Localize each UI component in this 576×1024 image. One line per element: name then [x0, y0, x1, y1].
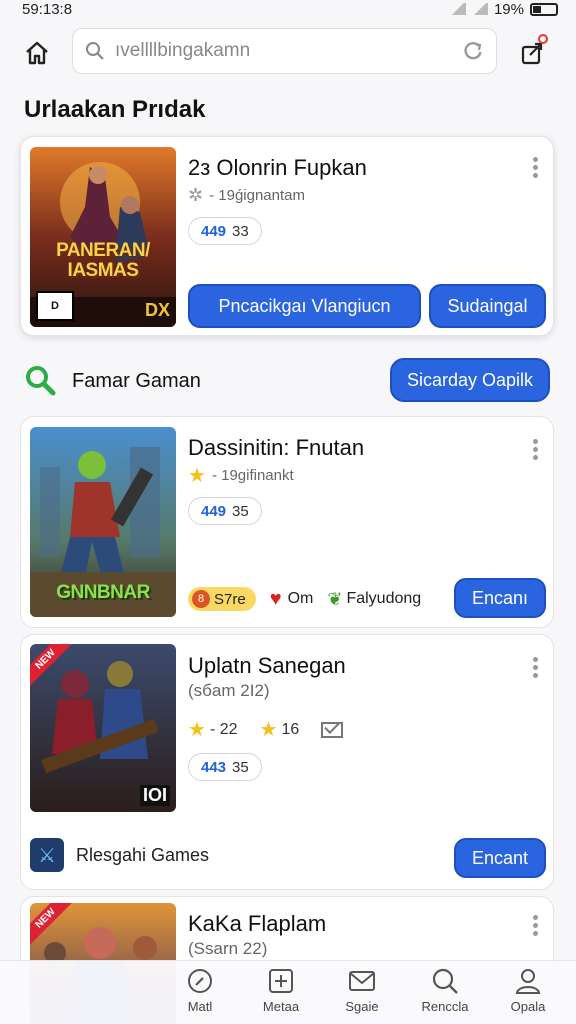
- user-icon: [515, 969, 541, 994]
- more-options-icon[interactable]: [533, 157, 539, 178]
- cover-title: GNNBNAR: [56, 582, 150, 603]
- nav-label: Matl: [187, 999, 213, 1014]
- game-subtitle: (sбam 2I2): [188, 681, 270, 700]
- stats-number: 449: [201, 502, 227, 520]
- compass-icon: [188, 969, 212, 993]
- wifi-icon: [449, 3, 466, 15]
- star-icon: ★: [259, 719, 278, 741]
- rating-value: 16: [281, 720, 300, 738]
- game-card[interactable]: NEW IOI Uplatn Sanegan (sбam 2I2) ★ - 22…: [20, 634, 554, 890]
- game-subtitle: (Ssarn 22): [188, 939, 268, 958]
- rating-item: ★ - 22: [188, 717, 238, 742]
- status-bar: 59:13:8 19%: [0, 0, 576, 18]
- star-icon: ★: [188, 719, 206, 741]
- battery-icon: [530, 2, 558, 16]
- publisher-logo: IOI: [139, 785, 170, 806]
- game-subtitle: - 19gifinankt: [211, 467, 294, 484]
- more-options-icon[interactable]: [533, 439, 539, 460]
- developer-row[interactable]: ⚔ Rlesgahi Games: [30, 838, 209, 872]
- rating-row: ★ - 22 ★ 16: [188, 717, 344, 742]
- status-time: 59:13:8: [22, 0, 73, 18]
- game-cover[interactable]: GNNBNAR: [30, 427, 176, 617]
- search-input[interactable]: ıvellllbingakamn: [72, 28, 497, 74]
- game-title[interactable]: 2з Olonrin Fupkan: [188, 155, 367, 181]
- status-icons: 19%: [449, 0, 558, 18]
- game-title[interactable]: Dassinitin: Fnutan: [188, 435, 364, 461]
- rating-item: ★ 16: [260, 717, 300, 742]
- stats-value: 35: [232, 758, 249, 776]
- stats-number: 443: [201, 758, 227, 776]
- section-title: Urlaakan Prıdak: [24, 96, 206, 123]
- more-options-icon[interactable]: [533, 657, 539, 678]
- mail-icon: [349, 971, 375, 991]
- nav-item-meta[interactable]: Metaa: [241, 967, 321, 1014]
- home-icon: [26, 41, 48, 65]
- nav-label: Sgaie: [345, 999, 379, 1014]
- game-title[interactable]: KaKa Flaplam: [188, 911, 326, 937]
- more-options-icon[interactable]: [533, 915, 539, 936]
- heart-tag: ♥ Om: [270, 588, 314, 611]
- signal-icon: [471, 3, 488, 15]
- install-button[interactable]: Encanı: [454, 578, 546, 618]
- stats-value: 35: [232, 502, 249, 520]
- game-meta: ★ - 19gifinankt: [188, 463, 294, 488]
- tag-badge: 8 S7re: [188, 587, 256, 611]
- publisher-logo: DX: [144, 300, 170, 320]
- top-bar: ıvellllbingakamn: [0, 26, 576, 76]
- tag-label: Om: [287, 590, 314, 607]
- search-icon: [86, 42, 104, 60]
- game-subtitle: - 19ǵignantam: [209, 187, 305, 204]
- nav-item-profile[interactable]: Opala: [488, 967, 568, 1014]
- add-box-icon: [269, 969, 293, 993]
- tag-label: Falyudong: [346, 590, 422, 607]
- nav-label: Opala: [510, 999, 546, 1014]
- stats-number: 449: [201, 222, 227, 240]
- featured-game-card[interactable]: PANERAN/ IASMAS D DX 2з Olonrin Fupkan ✲…: [20, 136, 554, 336]
- cover-title: PANERAN/ IASMAS: [56, 240, 150, 281]
- install-button[interactable]: Encant: [454, 838, 546, 878]
- developer-name: Rlesgahi Games: [76, 844, 210, 865]
- game-title[interactable]: Uplatn Sanegan: [188, 653, 346, 679]
- find-games-label: Famar Gaman: [72, 370, 201, 392]
- leaf-icon: ❦: [327, 588, 343, 609]
- nav-item-search[interactable]: Renccla: [405, 967, 485, 1014]
- tag-label: S7re: [214, 590, 246, 608]
- search-icon: [432, 968, 458, 994]
- game-card[interactable]: GNNBNAR Dassinitin: Fnutan ★ - 19gifinan…: [20, 416, 554, 628]
- star-icon: ★: [188, 465, 206, 487]
- find-games-row: Famar Gaman Sicarday Oapilk: [24, 358, 552, 404]
- stats-pill: 443 35: [188, 753, 262, 781]
- game-cover[interactable]: NEW IOI: [30, 644, 176, 812]
- tag-row: 8 S7re ♥ Om ❦ Falyudong: [188, 587, 421, 611]
- age-rating-badge: D: [36, 291, 74, 321]
- stats-pill: 449 33: [188, 217, 262, 245]
- game-meta: ✲ - 19ǵignantam: [188, 185, 305, 206]
- badge-icon: 8: [192, 590, 210, 608]
- heart-icon: ♥: [269, 587, 282, 610]
- battery-percent: 19%: [493, 0, 524, 18]
- sparkle-icon: ✲: [188, 185, 204, 205]
- stats-pill: 449 35: [188, 497, 262, 525]
- notification-dot: [538, 34, 548, 44]
- stats-value: 33: [232, 222, 249, 240]
- rating-value: - 22: [209, 720, 238, 738]
- nav-label: Renccla: [421, 999, 469, 1014]
- game-cover[interactable]: PANERAN/ IASMAS D DX: [30, 147, 176, 327]
- nav-item-share[interactable]: Sgaie: [322, 967, 402, 1014]
- search-icon: [26, 366, 56, 396]
- bottom-nav: Matl Metaa Sgaie Renccla Opala: [0, 960, 576, 1024]
- secondary-action-button[interactable]: Sudaingal: [429, 284, 546, 328]
- mail-icon[interactable]: [321, 717, 344, 738]
- home-button[interactable]: [20, 36, 54, 70]
- refresh-icon[interactable]: [462, 40, 484, 62]
- nav-item-mail[interactable]: Matl: [160, 967, 240, 1014]
- share-button[interactable]: [516, 34, 550, 70]
- nav-label: Metaa: [262, 999, 300, 1014]
- developer-logo-icon: ⚔: [30, 838, 64, 872]
- category-tag: ❦ Falyudong: [327, 589, 421, 610]
- search-text: ıvellllbingakamn: [115, 40, 251, 61]
- primary-action-button[interactable]: Pncacikgaı Vlangiucn: [188, 284, 421, 328]
- search-apps-button[interactable]: Sicarday Oapilk: [390, 358, 550, 402]
